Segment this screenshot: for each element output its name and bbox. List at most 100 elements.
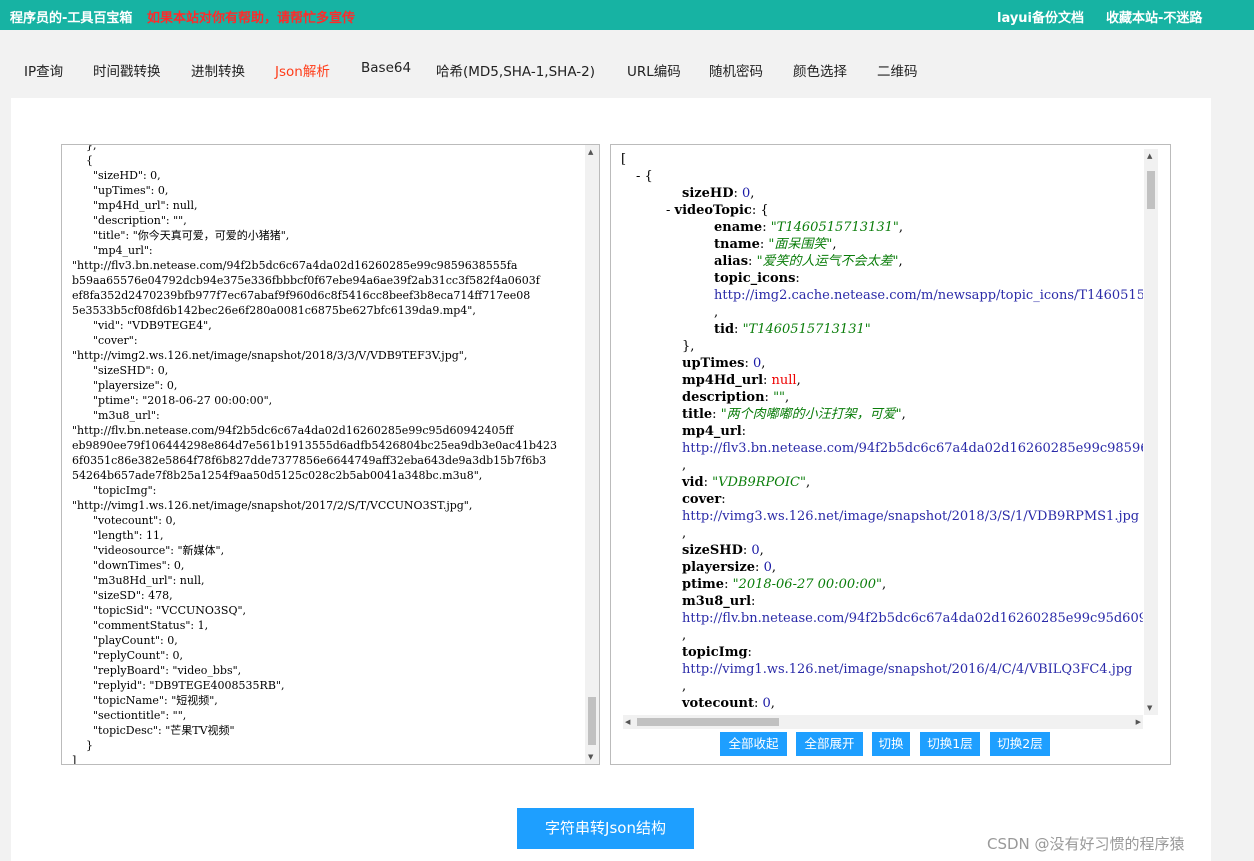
json-value: ,	[750, 186, 755, 201]
tree-line: ,	[682, 678, 686, 695]
editor-scroll-thumb[interactable]	[588, 697, 596, 745]
tree-line: - {	[636, 168, 653, 185]
site-title[interactable]: 程序员的-工具百宝箱	[10, 7, 132, 26]
json-value: :	[754, 696, 763, 711]
tree-line: },	[682, 338, 694, 355]
tab-color-picker[interactable]: 颜色选择	[793, 60, 847, 80]
promo-text: 如果本站对你有帮助，请帮忙多宣传	[147, 11, 356, 26]
tree-line: http://flv.bn.netease.com/94f2b5dc6c67a4…	[682, 610, 1143, 627]
layui-docs-link[interactable]: layui备份文档	[997, 7, 1084, 26]
json-value: ,	[805, 475, 811, 490]
tree-line: alias: "爱笑的人运气不会太差",	[714, 253, 903, 270]
json-input-text[interactable]: }, { "sizeHD": 0, "upTimes": 0, "mp4Hd_u…	[62, 145, 599, 764]
tree-line: ,	[714, 304, 718, 321]
tab-ip-query[interactable]: IP查询	[24, 60, 63, 80]
tree-line: http://img2.cache.netease.com/m/newsapp/…	[714, 287, 1143, 304]
toggle-button[interactable]: 切换	[872, 732, 910, 756]
json-key: mp4_url	[682, 424, 742, 439]
collapse-all-button[interactable]: 全部收起	[720, 732, 787, 756]
json-value: "T1460515713131"	[770, 220, 899, 235]
json-value: :	[724, 577, 733, 592]
tab-base-convert[interactable]: 进制转换	[191, 60, 245, 80]
json-key: tname	[714, 237, 760, 252]
scroll-down-icon[interactable]: ▼	[1147, 703, 1152, 713]
tab-qrcode[interactable]: 二维码	[877, 60, 918, 80]
tree-line: mp4_url:	[682, 423, 746, 440]
viewer-hscroll-thumb[interactable]	[637, 718, 779, 726]
json-value: "两个肉嘟嘟的小汪打架，可爱"	[720, 407, 902, 422]
json-key: description	[682, 390, 765, 405]
json-key: mp4Hd_url	[682, 373, 764, 388]
tab-url-encode[interactable]: URL编码	[627, 60, 681, 80]
tree-line: m3u8_url:	[682, 593, 755, 610]
json-key: sizeSHD	[682, 543, 743, 558]
tab-base64[interactable]: Base64	[361, 60, 411, 76]
editor-scrollbar[interactable]: ▲ ▼	[585, 145, 599, 764]
json-value: :	[795, 271, 800, 286]
viewer-hscrollbar[interactable]: ◀ ▶	[623, 715, 1143, 729]
tab-random-password[interactable]: 随机密码	[709, 60, 763, 80]
json-value: ,	[682, 526, 687, 541]
json-value: ,	[759, 543, 764, 558]
scroll-up-icon[interactable]: ▲	[1147, 151, 1152, 161]
tree-line: sizeSHD: 0,	[682, 542, 764, 559]
toggle-level2-button[interactable]: 切换2层	[990, 732, 1050, 756]
scroll-left-icon[interactable]: ◀	[625, 717, 630, 727]
collapse-toggle[interactable]: -	[666, 203, 675, 218]
json-value: :	[755, 560, 764, 575]
json-key: ptime	[682, 577, 725, 592]
tree-line: ptime: "2018-06-27 00:00:00",	[682, 576, 886, 593]
collapse-toggle[interactable]: -	[636, 169, 645, 184]
bookmark-link[interactable]: 收藏本站-不迷路	[1106, 7, 1202, 26]
json-value[interactable]: http://vimg1.ws.126.net/image/snapshot/2…	[682, 662, 1132, 677]
json-key: tid	[714, 322, 735, 337]
json-value: "爱笑的人运气不会太差"	[756, 254, 899, 269]
json-value: {	[644, 169, 653, 184]
tree-line: sizeHD: 0,	[682, 185, 754, 202]
json-value: 0	[762, 696, 771, 711]
tab-json[interactable]: Json解析	[275, 60, 330, 80]
tab-timestamp[interactable]: 时间戳转换	[93, 60, 161, 80]
tree-line: description: "",	[682, 389, 789, 406]
json-value[interactable]: http://img2.cache.netease.com/m/newsapp/…	[714, 288, 1143, 303]
json-value: [	[621, 152, 627, 167]
json-value: :	[712, 407, 721, 422]
json-value: :	[748, 254, 757, 269]
convert-button[interactable]: 字符串转Json结构	[517, 808, 694, 849]
scroll-down-icon[interactable]: ▼	[588, 752, 593, 762]
scroll-up-icon[interactable]: ▲	[588, 147, 593, 157]
expand-all-button[interactable]: 全部展开	[796, 732, 863, 756]
json-key: m3u8_url	[682, 594, 752, 609]
json-value: ,	[682, 679, 687, 694]
json-value: ,	[898, 254, 903, 269]
scroll-right-icon[interactable]: ▶	[1136, 717, 1141, 727]
viewer-scrollbar[interactable]: ▲ ▼	[1144, 149, 1158, 715]
json-input-editor[interactable]: }, { "sizeHD": 0, "upTimes": 0, "mp4Hd_u…	[61, 144, 600, 765]
tree-line: ,	[682, 627, 686, 644]
tree-line: http://vimg1.ws.126.net/image/snapshot/2…	[682, 661, 1132, 678]
json-value[interactable]: http://flv3.bn.netease.com/94f2b5dc6c67a…	[682, 441, 1143, 456]
watermark: CSDN @没有好习惯的程序猿	[987, 835, 1185, 853]
tool-tabs: IP查询 时间戳转换 进制转换 Json解析 Base64 哈希(MD5,SHA…	[0, 30, 1254, 98]
json-key: vid	[682, 475, 704, 490]
json-value: :	[703, 475, 713, 490]
json-value[interactable]: http://vimg3.ws.126.net/image/snapshot/2…	[682, 509, 1139, 524]
tab-hash[interactable]: 哈希(MD5,SHA-1,SHA-2)	[436, 60, 595, 80]
json-value[interactable]: http://flv.bn.netease.com/94f2b5dc6c67a4…	[682, 611, 1143, 626]
json-key: ename	[714, 220, 763, 235]
tree-line: [	[621, 151, 626, 168]
json-value: "2018-06-27 00:00:00"	[732, 577, 883, 592]
json-value: ,	[901, 407, 906, 422]
json-value: null	[771, 373, 797, 388]
json-value: ,	[898, 220, 903, 235]
json-key: sizeHD	[682, 186, 734, 201]
json-tree-viewer: [- {sizeHD: 0, - videoTopic: {ename: "T14…	[610, 144, 1171, 765]
json-value: ,	[770, 696, 775, 711]
json-key: topic_icons	[714, 271, 796, 286]
toggle-level1-button[interactable]: 切换1层	[920, 732, 980, 756]
json-value: ,	[682, 628, 687, 643]
json-tree[interactable]: [- {sizeHD: 0, - videoTopic: {ename: "T14…	[611, 145, 1143, 713]
tree-line: ,	[682, 525, 686, 542]
json-key: votecount	[682, 696, 754, 711]
viewer-scroll-thumb[interactable]	[1147, 171, 1155, 209]
